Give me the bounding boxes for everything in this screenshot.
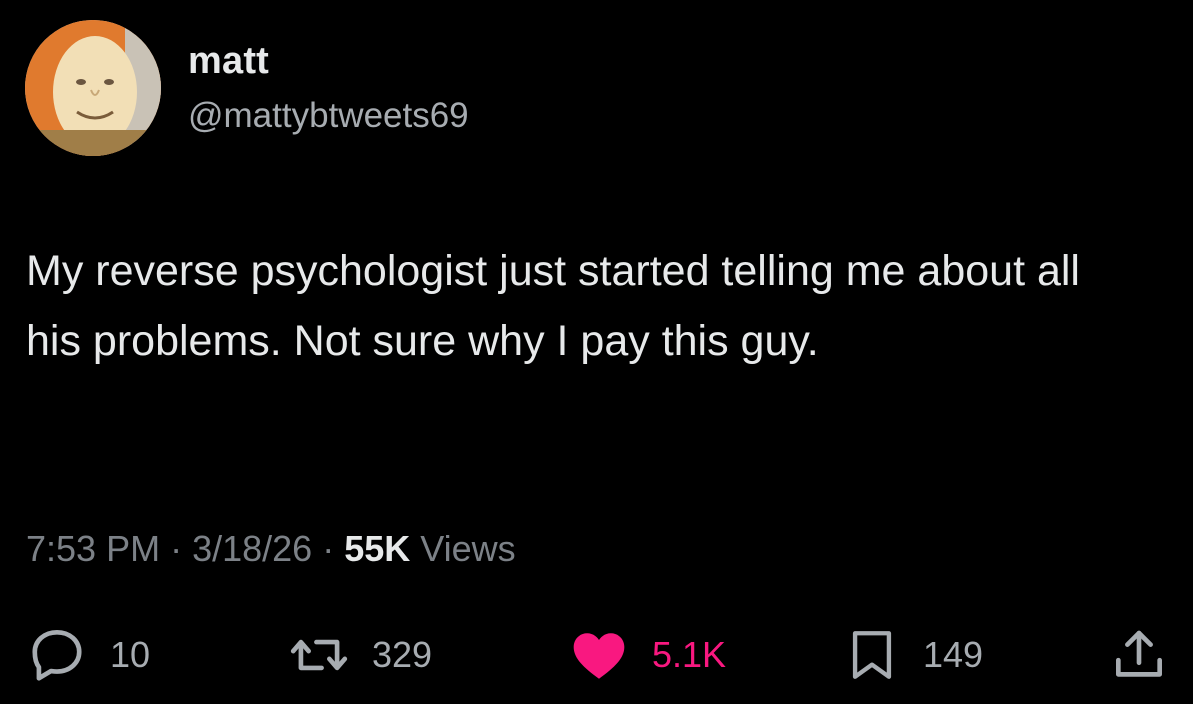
tweet-meta: 7:53 PM · 3/18/26 · 55K Views <box>26 528 516 570</box>
tweet-time[interactable]: 7:53 PM <box>26 528 160 569</box>
bookmark-icon <box>852 631 892 679</box>
bookmark-count: 149 <box>923 634 984 675</box>
tweet-card: matt @mattybtweets69 My reverse psycholo… <box>0 0 1193 704</box>
like-button[interactable]: 5.1K <box>568 620 726 690</box>
share-icon <box>1116 630 1162 677</box>
meta-separator: · <box>160 528 193 569</box>
avatar-image <box>25 20 161 156</box>
views-label[interactable]: Views <box>410 528 515 569</box>
heart-icon <box>573 633 625 679</box>
reply-button[interactable]: 10 <box>26 620 150 690</box>
author-display-name[interactable]: matt <box>188 40 269 83</box>
tweet-text: My reverse psychologist just started tel… <box>26 247 1080 365</box>
reply-count: 10 <box>110 634 151 675</box>
retweet-icon <box>290 639 348 671</box>
like-count: 5.1K <box>652 634 727 675</box>
author-handle[interactable]: @mattybtweets69 <box>188 96 469 136</box>
views-count[interactable]: 55K <box>344 528 410 569</box>
meta-separator: · <box>312 528 345 569</box>
retweet-button[interactable]: 329 <box>288 620 432 690</box>
action-bar: 10 329 5.1K 149 <box>0 620 1193 690</box>
bookmark-button[interactable]: 149 <box>843 620 983 690</box>
retweet-count: 329 <box>372 634 433 675</box>
avatar[interactable] <box>25 20 161 156</box>
tweet-date[interactable]: 3/18/26 <box>192 528 312 569</box>
reply-bubble-icon <box>32 629 82 681</box>
share-button[interactable] <box>1108 620 1170 690</box>
